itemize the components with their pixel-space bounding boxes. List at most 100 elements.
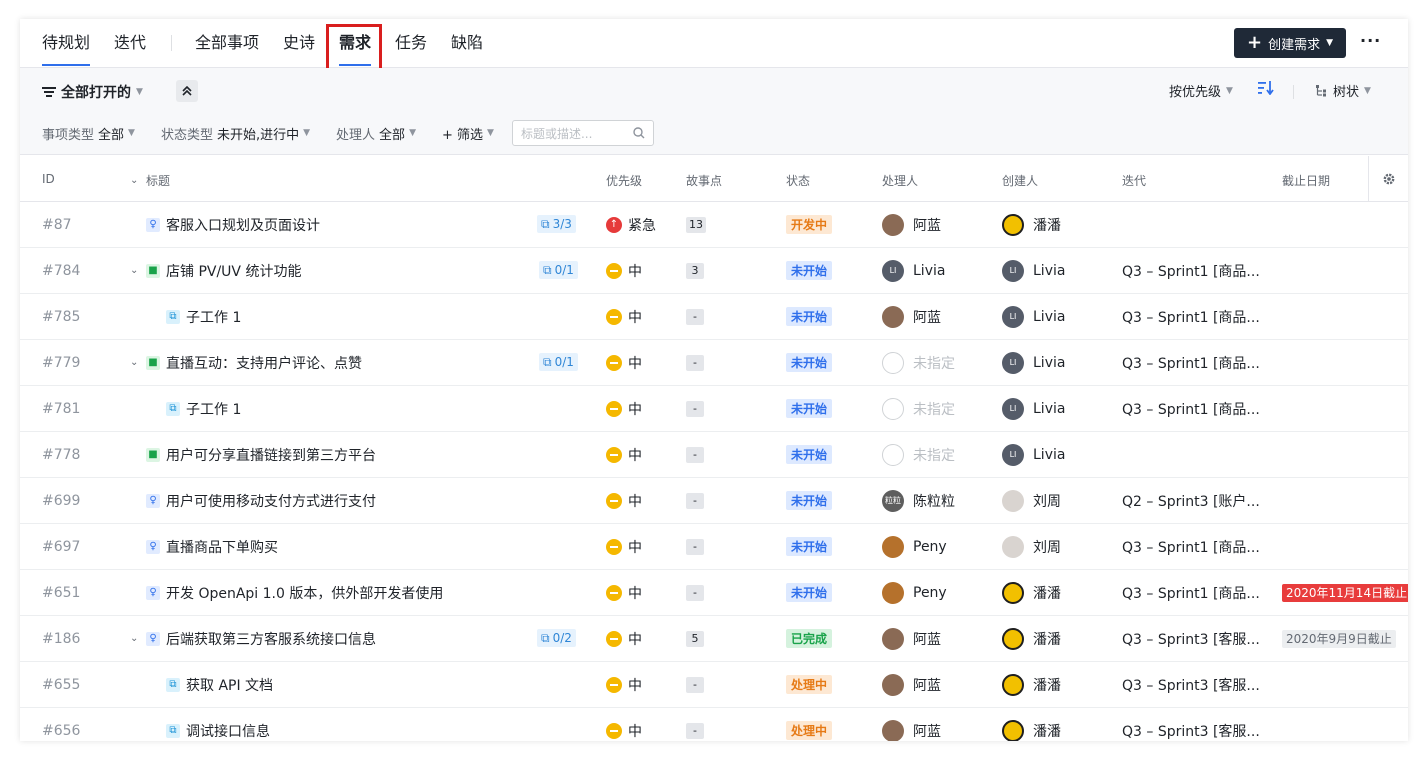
tab-defects[interactable]: 缺陷 xyxy=(451,32,483,54)
priority-cell[interactable]: 中 xyxy=(606,340,642,385)
search-input[interactable]: 标题或描述... xyxy=(511,120,654,146)
assignee-cell[interactable]: 阿蓝 xyxy=(882,662,941,707)
tab-backlog[interactable]: 待规划 xyxy=(42,32,90,54)
iteration-cell[interactable]: Q3 – Sprint1 [商品... xyxy=(1122,570,1260,615)
assignee-cell[interactable]: 阿蓝 xyxy=(882,294,941,339)
row-title-cell[interactable]: ■ 直播互动：支持用户评论、点赞 xyxy=(146,340,362,385)
table-row[interactable]: #785 ⌄ ⧉ 子工作 1 ⧉ 中 - 未开始 阿蓝 LI Livia Q3 … xyxy=(20,294,1408,340)
table-row[interactable]: #655 ⌄ ⧉ 获取 API 文档 ⧉ 中 - 处理中 阿蓝 潘潘 Q3 – … xyxy=(20,662,1408,708)
status-type-filter[interactable]: 状态类型 未开始,进行中 ▼ xyxy=(161,124,310,143)
row-title[interactable]: 开发 OpenApi 1.0 版本，供外部开发者使用 xyxy=(166,583,443,603)
assignee-cell[interactable]: 未指定 xyxy=(882,340,955,385)
priority-cell[interactable]: 中 xyxy=(606,616,642,661)
points-cell[interactable]: 5 xyxy=(686,616,704,661)
column-header-iteration[interactable]: 迭代 xyxy=(1122,172,1146,189)
priority-cell[interactable]: 中 xyxy=(606,570,642,615)
column-header-assignee[interactable]: 处理人 xyxy=(882,172,918,189)
row-title[interactable]: 用户可使用移动支付方式进行支付 xyxy=(166,491,376,511)
points-cell[interactable]: - xyxy=(686,708,704,741)
row-title-cell[interactable]: ■ 店铺 PV/UV 统计功能 xyxy=(146,248,301,293)
row-title[interactable]: 后端获取第三方客服系统接口信息 xyxy=(166,629,376,649)
column-header-title[interactable]: 标题 xyxy=(146,172,170,189)
status-cell[interactable]: 处理中 xyxy=(786,662,833,707)
points-cell[interactable]: - xyxy=(686,478,704,523)
status-cell[interactable]: 未开始 xyxy=(786,524,833,569)
priority-cell[interactable]: 中 xyxy=(606,386,642,431)
layout-selector[interactable]: 树状 ▼ xyxy=(1316,81,1371,100)
row-title-cell[interactable]: ♀ 后端获取第三方客服系统接口信息 xyxy=(146,616,376,661)
priority-cell[interactable]: 中 xyxy=(606,524,642,569)
expand-chevron-icon[interactable]: ⌄ xyxy=(130,616,138,661)
points-cell[interactable]: - xyxy=(686,524,704,569)
points-cell[interactable]: - xyxy=(686,340,704,385)
iteration-cell[interactable]: Q2 – Sprint3 [账户... xyxy=(1122,478,1260,523)
row-title-cell[interactable]: ⧉ 获取 API 文档 xyxy=(166,662,273,707)
creator-cell[interactable]: LI Livia xyxy=(1002,340,1065,385)
points-cell[interactable]: - xyxy=(686,570,704,615)
sort-selector[interactable]: 按优先级 ▼ xyxy=(1169,81,1233,100)
points-cell[interactable]: - xyxy=(686,386,704,431)
table-row[interactable]: #651 ⌄ ♀ 开发 OpenApi 1.0 版本，供外部开发者使用 ⧉ 中 … xyxy=(20,570,1408,616)
tab-iterations[interactable]: 迭代 xyxy=(114,32,146,54)
item-type-filter[interactable]: 事项类型 全部 ▼ xyxy=(42,124,135,143)
row-title-cell[interactable]: ♀ 用户可使用移动支付方式进行支付 xyxy=(146,478,376,523)
row-id[interactable]: #779 xyxy=(42,340,80,385)
tab-tasks[interactable]: 任务 xyxy=(395,32,427,54)
table-row[interactable]: #779 ⌄ ■ 直播互动：支持用户评论、点赞 ⧉ 0/1 中 - 未开始 未指… xyxy=(20,340,1408,386)
status-cell[interactable]: 未开始 xyxy=(786,386,833,431)
table-row[interactable]: #784 ⌄ ■ 店铺 PV/UV 统计功能 ⧉ 0/1 中 3 未开始 LI … xyxy=(20,248,1408,294)
iteration-cell[interactable]: Q3 – Sprint3 [客服... xyxy=(1122,662,1260,707)
assignee-cell[interactable]: 阿蓝 xyxy=(882,708,941,741)
tab-epics[interactable]: 史诗 xyxy=(283,32,315,54)
iteration-cell[interactable]: Q3 – Sprint1 [商品... xyxy=(1122,248,1260,293)
row-title[interactable]: 获取 API 文档 xyxy=(186,675,273,695)
row-title[interactable]: 子工作 1 xyxy=(186,307,241,327)
priority-cell[interactable]: 中 xyxy=(606,708,642,741)
table-row[interactable]: #781 ⌄ ⧉ 子工作 1 ⧉ 中 - 未开始 未指定 LI Livia Q3… xyxy=(20,386,1408,432)
iteration-cell[interactable]: Q3 – Sprint1 [商品... xyxy=(1122,386,1260,431)
column-header-creator[interactable]: 创建人 xyxy=(1002,172,1038,189)
iteration-cell[interactable]: Q3 – Sprint1 [商品... xyxy=(1122,524,1260,569)
row-title[interactable]: 客服入口规划及页面设计 xyxy=(166,215,320,235)
due-date-cell[interactable]: 2020年11月14日截止 xyxy=(1282,570,1408,615)
status-cell[interactable]: 未开始 xyxy=(786,432,833,477)
view-selector[interactable]: 全部打开的 ▼ xyxy=(42,82,143,102)
column-header-priority[interactable]: 优先级 xyxy=(606,172,642,189)
row-id[interactable]: #697 xyxy=(42,524,80,569)
row-title[interactable]: 直播商品下单购买 xyxy=(166,537,278,557)
column-header-id[interactable]: ID xyxy=(42,172,55,186)
row-title-cell[interactable]: ⧉ 子工作 1 xyxy=(166,294,241,339)
table-row[interactable]: #778 ⌄ ■ 用户可分享直播链接到第三方平台 ⧉ 中 - 未开始 未指定 L… xyxy=(20,432,1408,478)
points-cell[interactable]: - xyxy=(686,294,704,339)
assignee-cell[interactable]: 未指定 xyxy=(882,386,955,431)
status-cell[interactable]: 未开始 xyxy=(786,294,833,339)
row-title-cell[interactable]: ⧉ 子工作 1 xyxy=(166,386,241,431)
row-title[interactable]: 用户可分享直播链接到第三方平台 xyxy=(166,445,376,465)
add-filter-button[interactable]: + 筛选 ▼ xyxy=(442,124,494,143)
iteration-cell[interactable]: Q3 – Sprint1 [商品... xyxy=(1122,294,1260,339)
column-header-due-date[interactable]: 截止日期 xyxy=(1282,172,1330,189)
row-title[interactable]: 店铺 PV/UV 统计功能 xyxy=(166,261,301,281)
row-title[interactable]: 子工作 1 xyxy=(186,399,241,419)
row-id[interactable]: #785 xyxy=(42,294,80,339)
row-title-cell[interactable]: ♀ 直播商品下单购买 xyxy=(146,524,278,569)
creator-cell[interactable]: 潘潘 xyxy=(1002,662,1061,707)
status-cell[interactable]: 未开始 xyxy=(786,478,833,523)
creator-cell[interactable]: 潘潘 xyxy=(1002,570,1061,615)
status-cell[interactable]: 处理中 xyxy=(786,708,833,741)
creator-cell[interactable]: LI Livia xyxy=(1002,432,1065,477)
assignee-cell[interactable]: 阿蓝 xyxy=(882,202,941,247)
expand-chevron-icon[interactable]: ⌄ xyxy=(130,340,138,385)
creator-cell[interactable]: 刘周 xyxy=(1002,524,1061,569)
creator-cell[interactable]: LI Livia xyxy=(1002,294,1065,339)
table-row[interactable]: #697 ⌄ ♀ 直播商品下单购买 ⧉ 中 - 未开始 Peny 刘周 Q3 –… xyxy=(20,524,1408,570)
creator-cell[interactable]: 潘潘 xyxy=(1002,616,1061,661)
table-row[interactable]: #87 ⌄ ♀ 客服入口规划及页面设计 ⧉ 3/3 ↑ 紧急 13 开发中 阿蓝… xyxy=(20,202,1408,248)
due-date-cell[interactable]: 2020年9月9日截止 xyxy=(1282,616,1396,661)
create-requirement-button[interactable]: + 创建需求 ▼ xyxy=(1234,28,1346,58)
creator-cell[interactable]: LI Livia xyxy=(1002,386,1065,431)
column-settings-button[interactable] xyxy=(1368,156,1408,201)
row-title-cell[interactable]: ⧉ 调试接口信息 xyxy=(166,708,270,741)
row-id[interactable]: #699 xyxy=(42,478,80,523)
row-id[interactable]: #651 xyxy=(42,570,80,615)
